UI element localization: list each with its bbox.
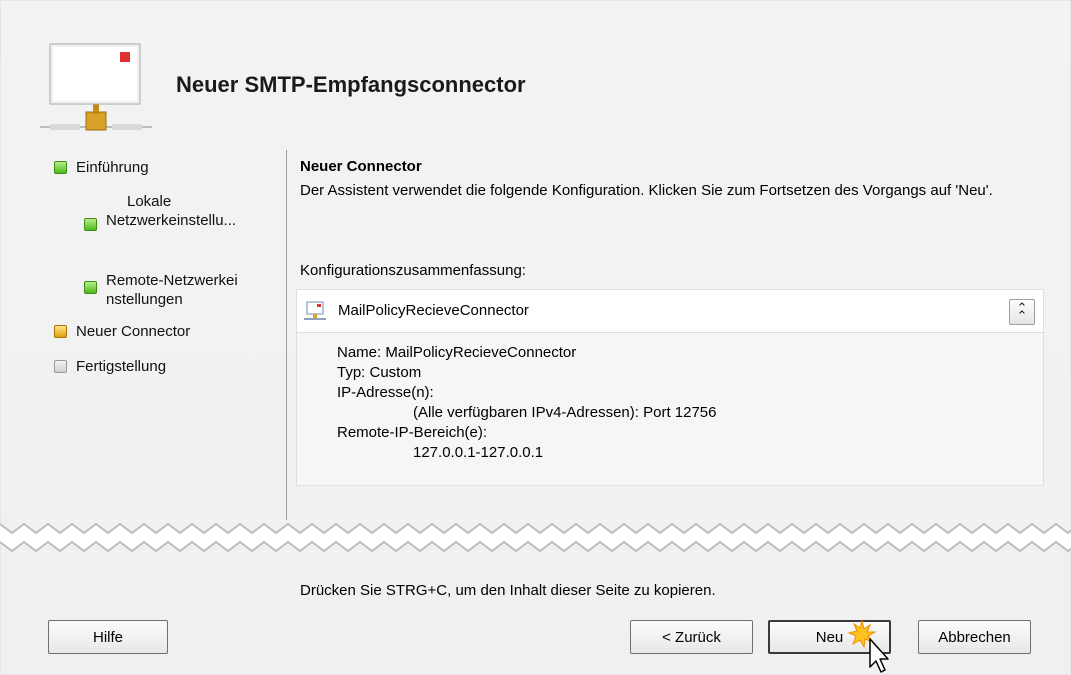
summary-body: Name: MailPolicyRecieveConnector Typ: Cu… (337, 343, 717, 463)
mouse-cursor-icon (847, 619, 889, 673)
summary-remote-label: Remote-IP-Bereich(e): (337, 424, 488, 441)
step-complete-icon (84, 281, 97, 294)
step-label: Fertigstellung (76, 358, 167, 375)
help-button[interactable]: Hilfe (48, 620, 168, 654)
configuration-summary-panel: MailPolicyRecieveConnector ⌃ ⌃ Name: Mail… (296, 289, 1044, 486)
summary-type: Typ: Custom (337, 364, 422, 381)
summary-ip-value: (Alle verfügbaren IPv4-Adressen): Port 1… (413, 404, 717, 421)
wizard-window: Neuer SMTP-Empfangsconnector Einführung … (0, 0, 1071, 675)
cancel-button[interactable]: Abbrechen (918, 620, 1031, 654)
wizard-title: Neuer SMTP-Empfangsconnector (176, 72, 526, 97)
collapse-button[interactable]: ⌃ ⌃ (1009, 299, 1035, 325)
step-label: Einführung (76, 159, 149, 176)
copy-hint: Drücken Sie STRG+C, um den Inhalt dieser… (300, 582, 716, 599)
section-description: Der Assistent verwendet die folgende Kon… (300, 182, 993, 199)
summary-remote-value: 127.0.0.1-127.0.0.1 (413, 444, 544, 461)
step-fertigstellung[interactable]: Fertigstellung (54, 357, 166, 376)
step-remote-netzwerkeinstellungen[interactable]: Remote-Netzwerkei nstellungen (84, 271, 276, 309)
step-label: Lokale Netzwerkeinstellu... (106, 193, 237, 229)
vertical-divider (286, 150, 287, 520)
back-button[interactable]: < Zurück (630, 620, 753, 654)
step-neuer-connector[interactable]: Neuer Connector (54, 322, 190, 341)
section-heading: Neuer Connector (300, 158, 422, 175)
wizard-steps: Einführung Lokale Netzwerkeinstellu... R… (0, 150, 285, 520)
step-current-icon (54, 325, 67, 338)
summary-ip-label: IP-Adresse(n): (337, 384, 434, 401)
step-label: Neuer Connector (76, 323, 191, 340)
step-pending-icon (54, 360, 67, 373)
summary-label: Konfigurationszusammenfassung: (300, 262, 526, 279)
step-einfuehrung[interactable]: Einführung (54, 158, 149, 177)
connector-icon (304, 301, 326, 320)
summary-name: Name: MailPolicyRecieveConnector (337, 344, 577, 361)
step-label: Remote-Netzwerkei nstellungen (106, 272, 238, 308)
zigzag-cut (0, 522, 1071, 553)
smtp-connector-icon (40, 43, 152, 131)
step-complete-icon (84, 218, 97, 231)
connector-name: MailPolicyRecieveConnector (338, 302, 529, 319)
step-complete-icon (54, 161, 67, 174)
step-lokale-netzwerkeinstellungen[interactable]: Lokale Netzwerkeinstellu... (84, 192, 286, 231)
chevron-double-up-icon: ⌃ ⌃ (1016, 300, 1028, 323)
summary-header[interactable]: MailPolicyRecieveConnector ⌃ ⌃ (297, 290, 1043, 333)
